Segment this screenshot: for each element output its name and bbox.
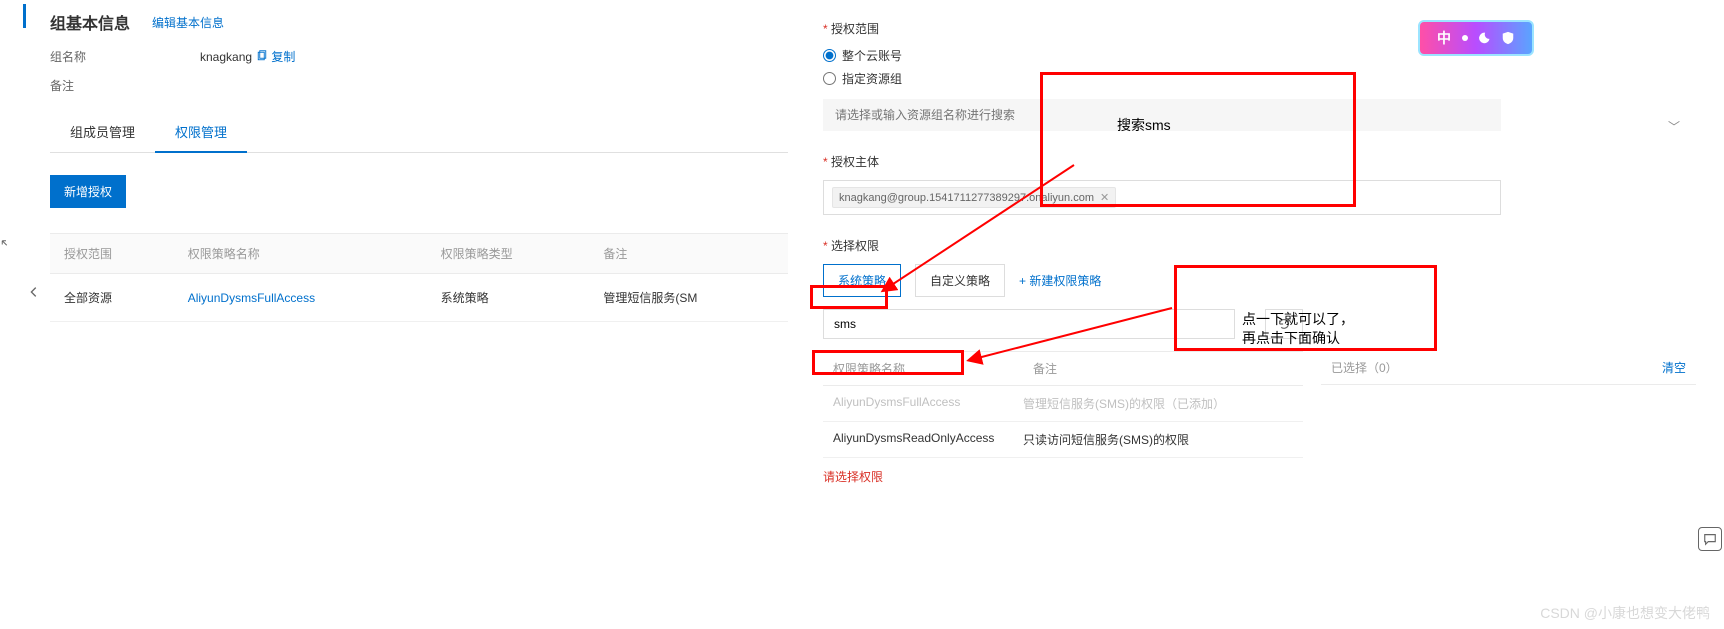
radio-resource-group-label: 指定资源组 bbox=[842, 70, 902, 87]
edit-basic-info-link[interactable]: 编辑基本信息 bbox=[152, 14, 224, 31]
accent-bar bbox=[23, 4, 26, 28]
external-icon bbox=[0, 237, 12, 249]
principal-label: 授权主体 bbox=[823, 153, 1696, 170]
cell-remark: 管理短信服务(SM bbox=[589, 274, 788, 322]
error-text: 请选择权限 bbox=[823, 468, 1303, 485]
tab-members[interactable]: 组成员管理 bbox=[50, 112, 155, 152]
copy-label: 复制 bbox=[271, 50, 295, 64]
scope-label: 授权范围 bbox=[823, 20, 1696, 37]
copy-link[interactable]: 复制 bbox=[256, 48, 295, 65]
th-scope: 授权范围 bbox=[50, 234, 174, 274]
remove-tag-button[interactable]: ✕ bbox=[1100, 191, 1109, 204]
selected-count: 已选择（0） bbox=[1331, 359, 1398, 376]
selected-policy-panel: 已选择（0） 清空 bbox=[1321, 351, 1696, 485]
policy-name: AliyunDysmsReadOnlyAccess bbox=[833, 431, 1023, 448]
authorize-drawer: 授权范围 整个云账号 指定资源组 ﹀ 授权主体 knagkang@group.1… bbox=[795, 0, 1724, 629]
add-authorization-button[interactable]: 新增授权 bbox=[50, 175, 126, 208]
cell-scope: 全部资源 bbox=[50, 274, 174, 322]
clear-link[interactable]: 清空 bbox=[1662, 359, 1686, 376]
copy-icon bbox=[256, 50, 268, 62]
policy-note: 只读访问短信服务(SMS)的权限 bbox=[1023, 431, 1189, 448]
remark-label: 备注 bbox=[50, 77, 200, 94]
select-permission-label: 选择权限 bbox=[823, 237, 1696, 254]
th-remark: 备注 bbox=[589, 234, 788, 274]
group-name-label: 组名称 bbox=[50, 48, 200, 65]
principal-tag-text: knagkang@group.1541711277389297.onaliyun… bbox=[839, 192, 1094, 204]
resource-group-select bbox=[823, 99, 1501, 131]
cell-type: 系统策略 bbox=[427, 274, 590, 322]
radio-whole-account[interactable]: 整个云账号 bbox=[823, 47, 1696, 64]
tabs: 组成员管理 权限管理 bbox=[50, 112, 788, 153]
policy-list: 权限策略名称 备注 AliyunDysmsFullAccess 管理短信服务(S… bbox=[823, 351, 1303, 485]
policy-search-input[interactable] bbox=[823, 309, 1235, 339]
collapse-handle[interactable] bbox=[27, 285, 41, 302]
col-policy-note: 备注 bbox=[1033, 360, 1293, 377]
table-row[interactable]: 全部资源 AliyunDysmsFullAccess 系统策略 管理短信服务(S… bbox=[50, 274, 788, 322]
page-title: 组基本信息 bbox=[50, 10, 130, 34]
chat-button[interactable] bbox=[1698, 527, 1722, 551]
chevron-left-icon bbox=[27, 285, 41, 299]
left-panel: 组基本信息 编辑基本信息 组名称 knagkang 复制 备注 组成员管理 权限… bbox=[0, 0, 795, 629]
th-policy-type: 权限策略类型 bbox=[427, 234, 590, 274]
chat-icon bbox=[1703, 532, 1717, 546]
refresh-button[interactable] bbox=[1265, 309, 1303, 339]
radio-whole-account-label: 整个云账号 bbox=[842, 47, 902, 64]
col-policy-name: 权限策略名称 bbox=[833, 360, 1033, 377]
th-policy-name: 权限策略名称 bbox=[174, 234, 427, 274]
policy-note: 管理短信服务(SMS)的权限（已添加） bbox=[1023, 395, 1225, 412]
permissions-table: 授权范围 权限策略名称 权限策略类型 备注 全部资源 AliyunDysmsFu… bbox=[50, 233, 788, 322]
cell-policy-link[interactable]: AliyunDysmsFullAccess bbox=[188, 291, 315, 305]
tab-custom-policy[interactable]: 自定义策略 bbox=[915, 264, 1005, 297]
policy-name: AliyunDysmsFullAccess bbox=[833, 395, 1023, 412]
principal-tag: knagkang@group.1541711277389297.onaliyun… bbox=[832, 187, 1116, 208]
group-name-value: knagkang bbox=[200, 50, 252, 64]
radio-resource-group[interactable]: 指定资源组 bbox=[823, 70, 1696, 87]
policy-row-full[interactable]: AliyunDysmsFullAccess 管理短信服务(SMS)的权限（已添加… bbox=[823, 386, 1303, 422]
create-policy-link[interactable]: + 新建权限策略 bbox=[1019, 272, 1101, 289]
radio-whole-account-input[interactable] bbox=[823, 49, 836, 62]
tab-system-policy[interactable]: 系统策略 bbox=[823, 264, 901, 297]
chevron-down-icon: ﹀ bbox=[1668, 118, 1680, 135]
principal-input[interactable]: knagkang@group.1541711277389297.onaliyun… bbox=[823, 180, 1501, 215]
radio-resource-group-input[interactable] bbox=[823, 72, 836, 85]
refresh-icon bbox=[1277, 317, 1291, 331]
tab-permissions[interactable]: 权限管理 bbox=[155, 112, 247, 153]
policy-row-readonly[interactable]: AliyunDysmsReadOnlyAccess 只读访问短信服务(SMS)的… bbox=[823, 422, 1303, 458]
